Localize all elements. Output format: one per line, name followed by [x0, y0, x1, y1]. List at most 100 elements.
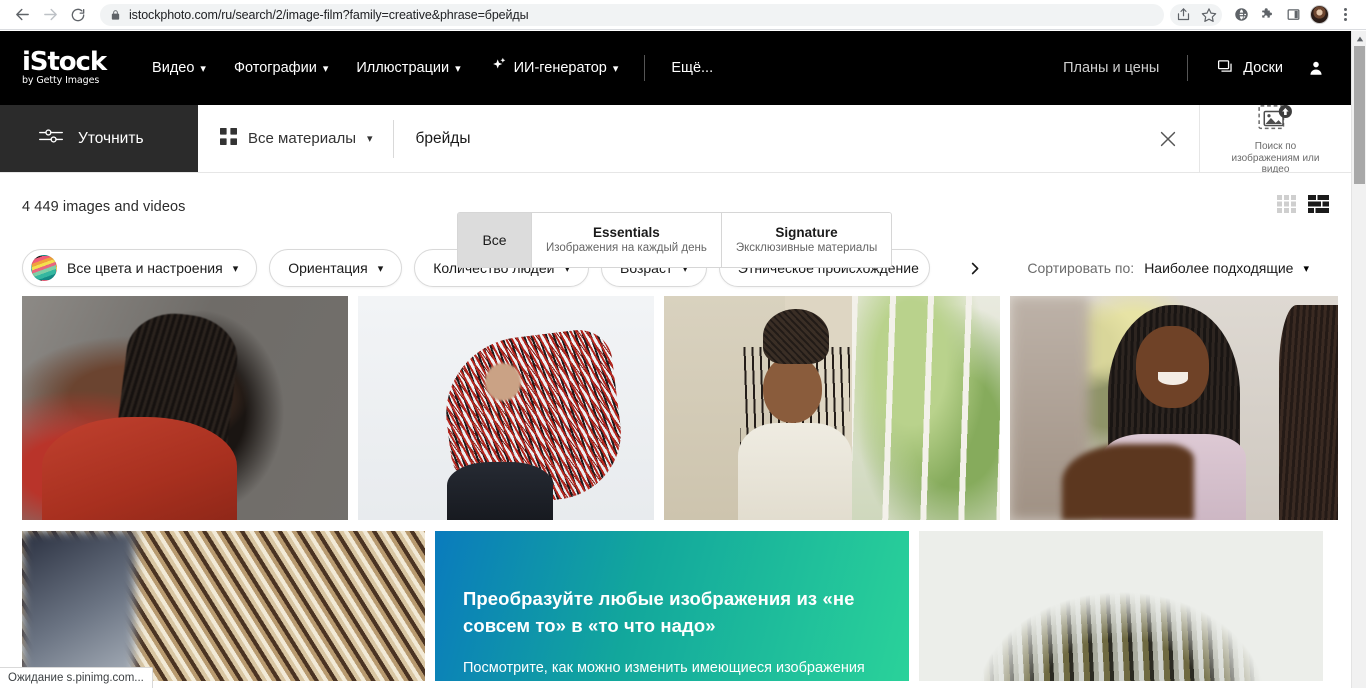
share-bookmark-group: [1170, 2, 1222, 28]
tab-title: Все: [482, 232, 507, 248]
results-grid: Преобразуйте любые изображения из «не со…: [0, 296, 1351, 681]
chevron-down-icon: ▾: [366, 133, 373, 145]
status-text: Ожидание s.pinimg.com...: [8, 672, 144, 684]
grid-squares-icon: [220, 128, 237, 149]
filter-orientation[interactable]: Ориентация ▾: [269, 249, 403, 287]
chevron-down-icon: ▾: [1303, 262, 1309, 275]
nav-item-ai-generator[interactable]: ИИ-генератор ▾: [475, 57, 633, 80]
nav-item-photos[interactable]: Фотографии ▾: [220, 60, 342, 76]
filter-colors-moods[interactable]: Все цвета и настроения ▾: [22, 249, 258, 287]
decorative-blur-left: [22, 531, 135, 681]
view-mode-toggles: [1277, 195, 1329, 218]
decorative-torso-shape: [446, 461, 554, 520]
results-row-2: Преобразуйте любые изображения из «не со…: [22, 531, 1329, 681]
tab-subtitle: Изображения на каждый день: [546, 242, 707, 254]
globe-icon[interactable]: [1228, 2, 1254, 28]
site-header: iStock by Getty Images Видео ▾ Фотографи…: [0, 31, 1351, 105]
nav-item-more[interactable]: Ещё...: [657, 60, 727, 76]
nav-divider: [644, 55, 646, 81]
page-scrollbar[interactable]: [1351, 31, 1366, 688]
boards-button[interactable]: Доски: [1200, 58, 1299, 79]
header-divider: [1187, 55, 1189, 81]
star-icon[interactable]: [1196, 2, 1222, 28]
chevron-down-icon: ▾: [322, 62, 329, 75]
result-thumb-red-black-braids-hair-flip[interactable]: [358, 296, 654, 520]
decorative-face: [763, 355, 823, 424]
decorative-fade: [919, 531, 1323, 681]
clear-search-button[interactable]: [1137, 128, 1199, 150]
result-thumb-top-view-blonde-box-braids[interactable]: [919, 531, 1323, 681]
header-right-actions: Планы и цены Доски: [1047, 55, 1351, 81]
results-row-1: [22, 296, 1338, 520]
istock-logo[interactable]: iStock by Getty Images: [22, 49, 107, 86]
back-arrow-icon[interactable]: [8, 1, 36, 29]
mosaic-view-icon[interactable]: [1308, 195, 1329, 218]
search-input[interactable]: [393, 129, 1137, 148]
boards-label: Доски: [1243, 60, 1283, 76]
result-thumb-close-up-braided-rope-texture[interactable]: [22, 531, 425, 681]
chevron-down-icon: ▾: [377, 262, 384, 275]
sort-value: Наиболее подходящие: [1144, 260, 1294, 276]
nav-item-video[interactable]: Видео ▾: [138, 60, 220, 76]
scrollbar-thumb[interactable]: [1354, 46, 1365, 184]
decorative-girl: [737, 309, 853, 520]
decorative-smile: [1158, 371, 1189, 385]
boards-icon: [1216, 58, 1234, 79]
refine-button[interactable]: Уточнить: [0, 105, 198, 172]
grid-view-icon[interactable]: [1277, 195, 1296, 218]
status-bar: Ожидание s.pinimg.com...: [0, 667, 153, 688]
nav-label: Ещё...: [671, 60, 714, 76]
license-tabs: Все Essentials Изображения на каждый ден…: [457, 212, 893, 268]
nav-label: Фотографии: [233, 60, 317, 76]
puzzle-icon[interactable]: [1254, 2, 1280, 28]
nav-label: Иллюстрации: [356, 60, 450, 76]
filters-next-button[interactable]: [963, 257, 985, 279]
sort-label: Сортировать по:: [1027, 260, 1135, 276]
decorative-hair-bun: [763, 309, 830, 365]
tab-essentials[interactable]: Essentials Изображения на каждый день: [532, 213, 722, 267]
url-text: istockphoto.com/ru/search/2/image-film?f…: [129, 7, 529, 22]
promo-body: Посмотрите, как можно изменить имеющиеся…: [463, 660, 865, 676]
results-count: 4 449 images and videos: [22, 198, 186, 215]
decorative-window: [852, 296, 1000, 520]
sort-control[interactable]: Сортировать по: Наиболее подходящие ▾: [1027, 260, 1309, 276]
promo-banner[interactable]: Преобразуйте любые изображения из «не со…: [435, 531, 909, 681]
chevron-down-icon: ▾: [612, 62, 619, 75]
result-thumb-smiling-girl-braids-by-window[interactable]: [664, 296, 1000, 520]
asset-type-dropdown[interactable]: Все материалы ▾: [198, 128, 393, 149]
decorative-sweater: [737, 423, 853, 520]
browser-toolbar: istockphoto.com/ru/search/2/image-film?f…: [0, 0, 1366, 30]
lock-icon: [110, 9, 121, 21]
asset-type-label: Все материалы: [248, 130, 356, 147]
promo-title: Преобразуйте любые изображения из «не со…: [463, 588, 855, 636]
forward-arrow-icon[interactable]: [36, 1, 64, 29]
color-wheel-icon: [31, 255, 57, 281]
account-icon[interactable]: [1299, 59, 1325, 77]
filter-label: Ориентация: [288, 260, 368, 276]
visual-search-label: Поиск по изображениям или видео: [1231, 141, 1320, 176]
sliders-icon: [38, 126, 64, 151]
nav-label: Видео: [152, 60, 195, 76]
result-thumb-smiling-woman-braids-reaching[interactable]: [1010, 296, 1338, 520]
scroll-up-arrow-icon[interactable]: [1352, 31, 1366, 46]
tab-title: Essentials: [593, 225, 660, 240]
tab-signature[interactable]: Signature Эксклюзивные материалы: [721, 213, 892, 267]
plans-and-pricing-link[interactable]: Планы и цены: [1047, 60, 1175, 76]
nav-item-illustrations[interactable]: Иллюстрации ▾: [342, 60, 474, 76]
side-panel-icon[interactable]: [1280, 2, 1306, 28]
decorative-second-person: [1278, 304, 1338, 520]
share-icon[interactable]: [1170, 2, 1196, 28]
profile-avatar-icon[interactable]: [1306, 2, 1332, 28]
visual-search-button[interactable]: Поиск по изображениям или видео: [1199, 103, 1351, 175]
image-upload-icon: [1257, 103, 1294, 138]
logo-tagline: by Getty Images: [22, 75, 100, 86]
chevron-down-icon: ▾: [232, 262, 239, 275]
reload-icon[interactable]: [64, 1, 92, 29]
decorative-face: [1136, 326, 1209, 409]
chevron-down-icon: ▾: [929, 262, 930, 275]
kebab-menu-icon[interactable]: [1332, 2, 1358, 28]
address-bar[interactable]: istockphoto.com/ru/search/2/image-film?f…: [100, 3, 1164, 26]
main-nav: Видео ▾ Фотографии ▾ Иллюстрации ▾ ИИ-ге…: [138, 55, 727, 81]
result-thumb-woman-long-black-braids-red-blouse[interactable]: [22, 296, 348, 520]
tab-all[interactable]: Все: [458, 213, 532, 267]
